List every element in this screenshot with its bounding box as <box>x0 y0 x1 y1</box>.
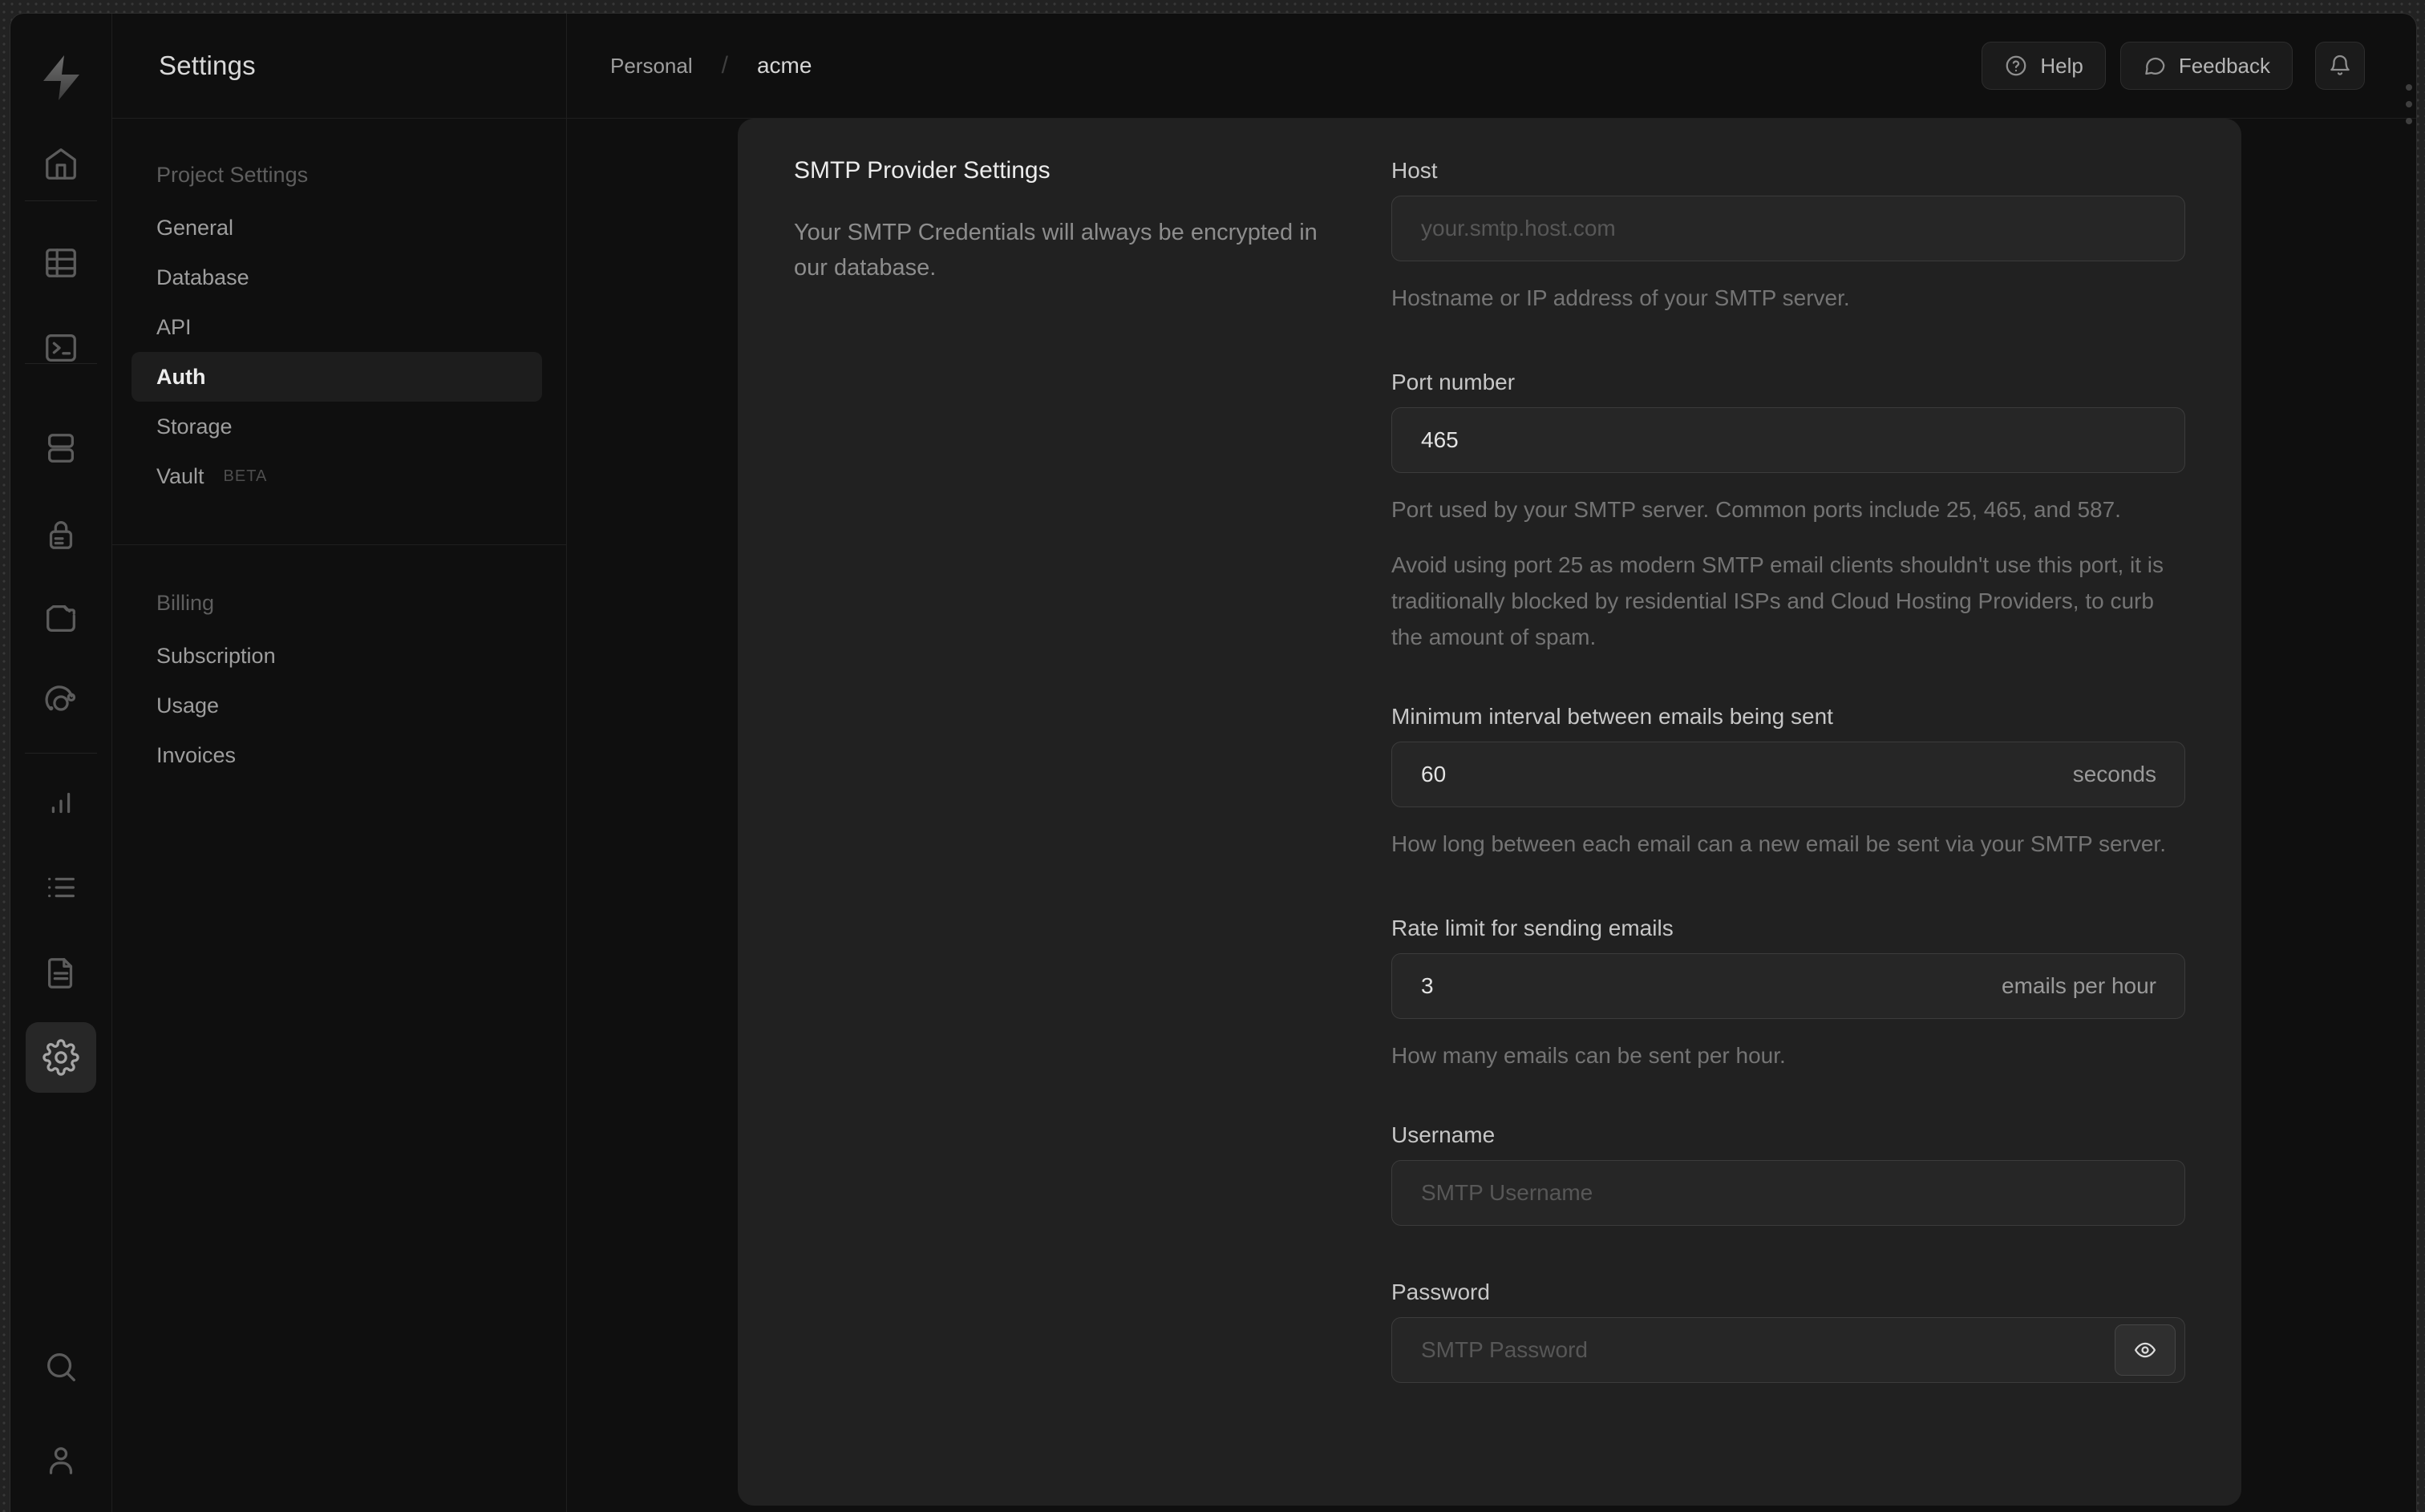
interval-label: Minimum interval between emails being se… <box>1391 704 1833 729</box>
settings-sidebar: Settings Project Settings General Databa… <box>112 14 567 1512</box>
rail-divider <box>25 200 97 201</box>
panel-heading: SMTP Provider Settings <box>794 157 1051 184</box>
rate-label: Rate limit for sending emails <box>1391 916 1674 940</box>
sidebar-item-invoices[interactable]: Invoices <box>132 730 542 780</box>
port-helper-2: Avoid using port 25 as modern SMTP email… <box>1391 552 2164 649</box>
rail-divider <box>25 753 97 754</box>
feedback-bubble-icon <box>2145 57 2165 75</box>
reports-icon[interactable] <box>26 767 96 838</box>
notifications-button[interactable] <box>2315 42 2365 90</box>
host-input[interactable] <box>1391 196 2185 261</box>
interval-input[interactable] <box>1391 742 2185 807</box>
section-label-project-settings: Project Settings <box>156 163 309 187</box>
settings-gear-icon[interactable] <box>26 1022 96 1093</box>
port-label: Port number <box>1391 370 1516 394</box>
sidebar-item-subscription[interactable]: Subscription <box>132 631 542 681</box>
smtp-form: Host Hostname or IP address of your SMTP… <box>1391 157 2185 1506</box>
storage-icon[interactable] <box>26 583 96 653</box>
rate-input[interactable] <box>1391 953 2185 1019</box>
sql-editor-icon[interactable] <box>26 313 96 383</box>
username-input[interactable] <box>1391 1160 2185 1226</box>
breadcrumb-org[interactable]: Personal <box>610 54 693 79</box>
icon-rail <box>10 14 112 1512</box>
feedback-button[interactable]: Feedback <box>2119 42 2293 90</box>
sidebar-item-general[interactable]: General <box>132 203 542 253</box>
section-label-billing: Billing <box>156 591 215 615</box>
database-icon[interactable] <box>26 413 96 483</box>
table-editor-icon[interactable] <box>26 228 96 298</box>
breadcrumb-separator: / <box>721 52 728 79</box>
host-helper: Hostname or IP address of your SMTP serv… <box>1391 285 1850 310</box>
sidebar-divider <box>112 544 566 545</box>
sidebar-item-label: Vault <box>156 463 204 488</box>
sidebar-item-usage[interactable]: Usage <box>132 681 542 730</box>
password-label: Password <box>1391 1280 1490 1304</box>
help-button[interactable]: Help <box>1982 42 2106 90</box>
help-button-label: Help <box>2040 53 2083 78</box>
sidebar-item-auth[interactable]: Auth <box>132 352 542 402</box>
sidebar-item-storage[interactable]: Storage <box>132 402 542 451</box>
panel-description: Your SMTP Credentials will always be enc… <box>794 220 1318 281</box>
port-helper: Port used by your SMTP server. Common po… <box>1391 497 2121 522</box>
password-input[interactable] <box>1391 1317 2185 1383</box>
sidebar-item-api[interactable]: API <box>132 302 542 352</box>
realtime-icon[interactable] <box>26 668 96 738</box>
sidebar-item-database[interactable]: Database <box>132 253 542 302</box>
feedback-button-label: Feedback <box>2178 53 2270 78</box>
eye-icon <box>2135 1342 2156 1358</box>
page-title: Settings <box>159 51 256 80</box>
breadcrumb: Personal / acme <box>610 52 812 79</box>
search-icon[interactable] <box>26 1332 96 1402</box>
logs-icon[interactable] <box>26 852 96 923</box>
docs-icon[interactable] <box>26 937 96 1008</box>
account-user-icon[interactable] <box>26 1425 96 1495</box>
auth-lock-icon[interactable] <box>26 499 96 570</box>
app-window: Settings Project Settings General Databa… <box>10 13 2417 1512</box>
host-label: Host <box>1391 158 1438 183</box>
bell-icon <box>2330 55 2350 75</box>
sidebar-item-vault[interactable]: Vault BETA <box>132 451 542 501</box>
beta-badge: BETA <box>223 467 268 485</box>
port-input[interactable] <box>1391 407 2185 473</box>
content-area: SMTP Provider Settings Your SMTP Credent… <box>567 119 2416 1512</box>
reveal-password-button[interactable] <box>2115 1324 2176 1376</box>
interval-helper: How long between each email can a new em… <box>1391 831 2166 856</box>
smtp-settings-panel: SMTP Provider Settings Your SMTP Credent… <box>738 119 2241 1506</box>
home-icon[interactable] <box>26 128 96 199</box>
settings-sidebar-header: Settings <box>112 14 566 119</box>
rail-divider <box>25 363 97 364</box>
supabase-logo-icon[interactable] <box>35 52 87 103</box>
rate-helper: How many emails can be sent per hour. <box>1391 1043 1786 1068</box>
help-circle-icon <box>2006 55 2026 76</box>
top-bar: Personal / acme Help Feedback <box>567 14 2416 119</box>
breadcrumb-project[interactable]: acme <box>757 53 812 79</box>
username-label: Username <box>1391 1122 1496 1147</box>
scrollbar[interactable] <box>2406 84 2412 124</box>
